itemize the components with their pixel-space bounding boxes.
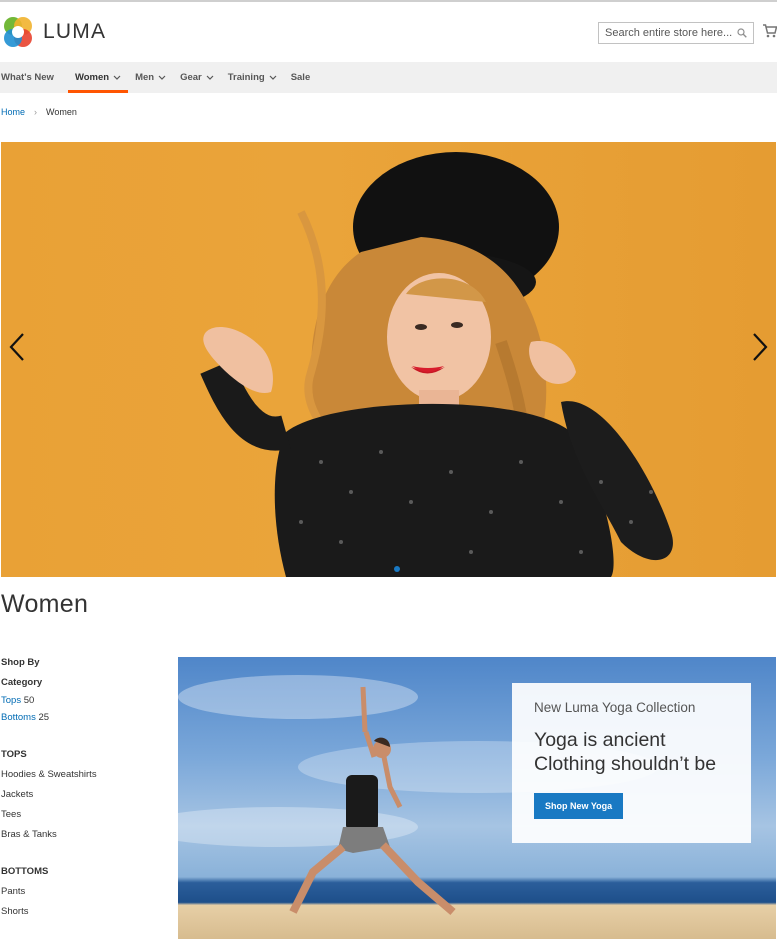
promo-headline-line1: Yoga is ancient xyxy=(534,729,666,751)
slider-dot-active[interactable] xyxy=(394,566,400,572)
main-navigation: What's New Women Men Gear Training Sale xyxy=(0,62,777,93)
filter-item-tops[interactable]: Tops 50 xyxy=(1,695,161,706)
nav-item-sale[interactable]: Sale xyxy=(284,62,318,93)
bottoms-group-heading: BOTTOMS xyxy=(1,866,49,877)
nav-label: What's New xyxy=(1,72,54,83)
nav-label: Training xyxy=(227,72,265,83)
breadcrumb-separator: › xyxy=(34,107,38,117)
nav-label: Women xyxy=(74,72,110,83)
nav-item-gear[interactable]: Gear xyxy=(173,62,221,93)
filter-link-bottoms[interactable]: Bottoms xyxy=(1,712,36,723)
promo-text-box: New Luma Yoga Collection Yoga is ancient… xyxy=(512,683,751,843)
search-input[interactable]: Search entire store here... xyxy=(598,22,754,44)
slider-next-arrow-icon[interactable] xyxy=(751,332,769,362)
tops-group-heading: TOPS xyxy=(1,749,27,760)
filter-link-tops[interactable]: Tops xyxy=(1,695,21,706)
luma-logo-icon xyxy=(4,17,32,47)
nav-label: Sale xyxy=(290,72,311,83)
sidebar-link-hoodies[interactable]: Hoodies & Sweatshirts xyxy=(1,769,161,780)
breadcrumb: Home › Women xyxy=(1,107,77,117)
filter-count: 25 xyxy=(38,712,50,723)
nav-label: Men xyxy=(135,72,155,83)
filter-count: 50 xyxy=(23,695,35,706)
shop-by-heading: Shop By xyxy=(1,657,40,668)
filter-item-bottoms[interactable]: Bottoms 25 xyxy=(1,712,161,723)
brand-name: LUMA xyxy=(43,20,107,43)
sidebar-link-pants[interactable]: Pants xyxy=(1,886,161,897)
promo-subtitle: New Luma Yoga Collection xyxy=(534,700,696,715)
nav-item-training[interactable]: Training xyxy=(221,62,284,93)
search-icon[interactable] xyxy=(737,28,747,38)
logo[interactable]: LUMA xyxy=(2,15,106,49)
nav-item-women[interactable]: Women xyxy=(67,62,129,93)
sidebar-filters: Shop By Category Tops 50 Bottoms 25 TOPS… xyxy=(1,657,161,926)
page-title: Women xyxy=(1,590,89,618)
sidebar-link-bras-tanks[interactable]: Bras & Tanks xyxy=(1,829,161,840)
chevron-down-icon xyxy=(113,75,121,80)
slider-prev-arrow-icon[interactable] xyxy=(8,332,26,362)
hero-slider xyxy=(1,142,776,577)
nav-item-men[interactable]: Men xyxy=(128,62,173,93)
breadcrumb-current: Women xyxy=(46,107,77,117)
cart-icon[interactable] xyxy=(763,24,777,38)
shop-new-yoga-button[interactable]: Shop New Yoga xyxy=(534,793,624,819)
hero-image xyxy=(200,152,673,577)
promo-headline: Yoga is ancient Clothing shouldn’t be xyxy=(534,728,729,776)
breadcrumb-home-link[interactable]: Home xyxy=(1,107,25,117)
search-placeholder: Search entire store here... xyxy=(605,27,733,39)
sidebar-link-tees[interactable]: Tees xyxy=(1,809,161,820)
chevron-down-icon xyxy=(269,75,277,80)
sidebar-link-jackets[interactable]: Jackets xyxy=(1,789,161,800)
category-heading: Category xyxy=(1,677,43,688)
nav-label: Gear xyxy=(180,72,202,83)
site-header: LUMA Search entire store here... xyxy=(0,2,777,62)
sidebar-link-shorts[interactable]: Shorts xyxy=(1,906,161,917)
chevron-down-icon xyxy=(206,75,214,80)
chevron-down-icon xyxy=(158,75,166,80)
promo-headline-line2: Clothing shouldn’t be xyxy=(534,753,717,775)
yoga-promo-banner[interactable]: New Luma Yoga Collection Yoga is ancient… xyxy=(178,657,776,939)
nav-item-whats-new[interactable]: What's New xyxy=(0,62,68,93)
